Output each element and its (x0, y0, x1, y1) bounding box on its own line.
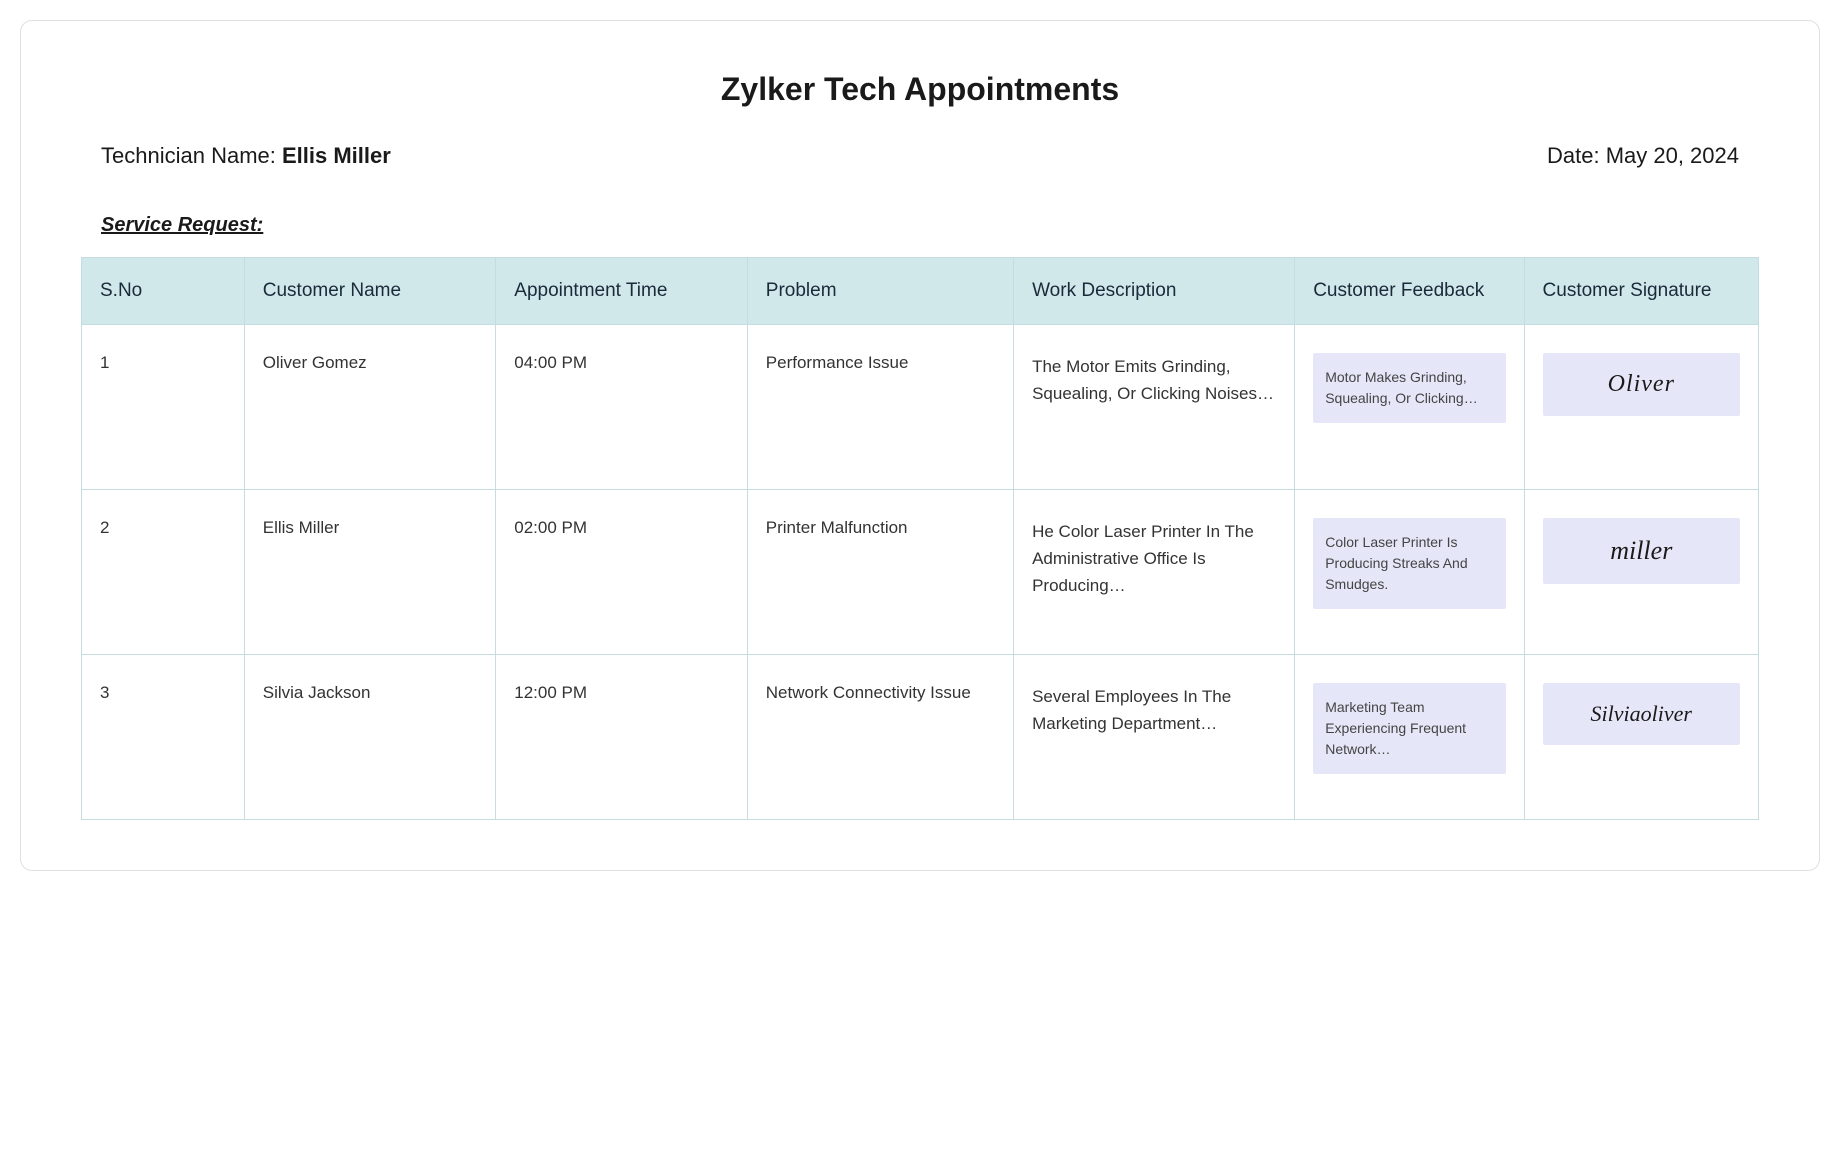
signature-text: Oliver (1608, 371, 1675, 398)
section-heading: Service Request: (81, 214, 1759, 237)
cell-appointment-time: 02:00 PM (496, 490, 748, 655)
date-value: May 20, 2024 (1606, 143, 1739, 168)
cell-work-description: Several Employees In The Marketing Depar… (1014, 655, 1295, 820)
cell-customer-name: Oliver Gomez (244, 325, 496, 490)
service-request-table: S.No Customer Name Appointment Time Prob… (81, 257, 1759, 820)
table-row: 3 Silvia Jackson 12:00 PM Network Connec… (82, 655, 1759, 820)
document-container: Zylker Tech Appointments Technician Name… (20, 20, 1820, 871)
cell-customer-name: Silvia Jackson (244, 655, 496, 820)
cell-customer-name: Ellis Miller (244, 490, 496, 655)
cell-work-description: He Color Laser Printer In The Administra… (1014, 490, 1295, 655)
cell-customer-feedback: Motor Makes Grinding, Squealing, Or Clic… (1295, 325, 1524, 490)
table-header-row: S.No Customer Name Appointment Time Prob… (82, 258, 1759, 325)
cell-problem: Printer Malfunction (747, 490, 1013, 655)
technician-label: Technician Name: (101, 143, 282, 168)
header-row: Technician Name: Ellis Miller Date: May … (81, 143, 1759, 169)
column-header-customer-feedback: Customer Feedback (1295, 258, 1524, 325)
column-header-appointment-time: Appointment Time (496, 258, 748, 325)
feedback-box: Motor Makes Grinding, Squealing, Or Clic… (1313, 353, 1505, 423)
cell-appointment-time: 12:00 PM (496, 655, 748, 820)
column-header-problem: Problem (747, 258, 1013, 325)
column-header-customer-name: Customer Name (244, 258, 496, 325)
cell-customer-signature: Silviaoliver (1524, 655, 1758, 820)
column-header-sno: S.No (82, 258, 245, 325)
page-title: Zylker Tech Appointments (81, 71, 1759, 108)
technician-name: Ellis Miller (282, 143, 391, 168)
cell-problem: Network Connectivity Issue (747, 655, 1013, 820)
table-row: 2 Ellis Miller 02:00 PM Printer Malfunct… (82, 490, 1759, 655)
column-header-customer-signature: Customer Signature (1524, 258, 1758, 325)
cell-customer-signature: Oliver (1524, 325, 1758, 490)
cell-work-description: The Motor Emits Grinding, Squealing, Or … (1014, 325, 1295, 490)
signature-box: Oliver (1543, 353, 1740, 416)
signature-text: miller (1610, 536, 1672, 566)
cell-customer-feedback: Color Laser Printer Is Producing Streaks… (1295, 490, 1524, 655)
cell-sno: 2 (82, 490, 245, 655)
signature-text: Silviaoliver (1591, 701, 1692, 727)
feedback-box: Color Laser Printer Is Producing Streaks… (1313, 518, 1505, 609)
date-label: Date: (1547, 143, 1606, 168)
signature-box: Silviaoliver (1543, 683, 1740, 745)
cell-problem: Performance Issue (747, 325, 1013, 490)
cell-appointment-time: 04:00 PM (496, 325, 748, 490)
cell-sno: 3 (82, 655, 245, 820)
table-row: 1 Oliver Gomez 04:00 PM Performance Issu… (82, 325, 1759, 490)
cell-customer-signature: miller (1524, 490, 1758, 655)
cell-customer-feedback: Marketing Team Experiencing Frequent Net… (1295, 655, 1524, 820)
cell-sno: 1 (82, 325, 245, 490)
technician-info: Technician Name: Ellis Miller (101, 143, 391, 169)
date-info: Date: May 20, 2024 (1547, 143, 1739, 169)
column-header-work-description: Work Description (1014, 258, 1295, 325)
signature-box: miller (1543, 518, 1740, 584)
feedback-box: Marketing Team Experiencing Frequent Net… (1313, 683, 1505, 774)
